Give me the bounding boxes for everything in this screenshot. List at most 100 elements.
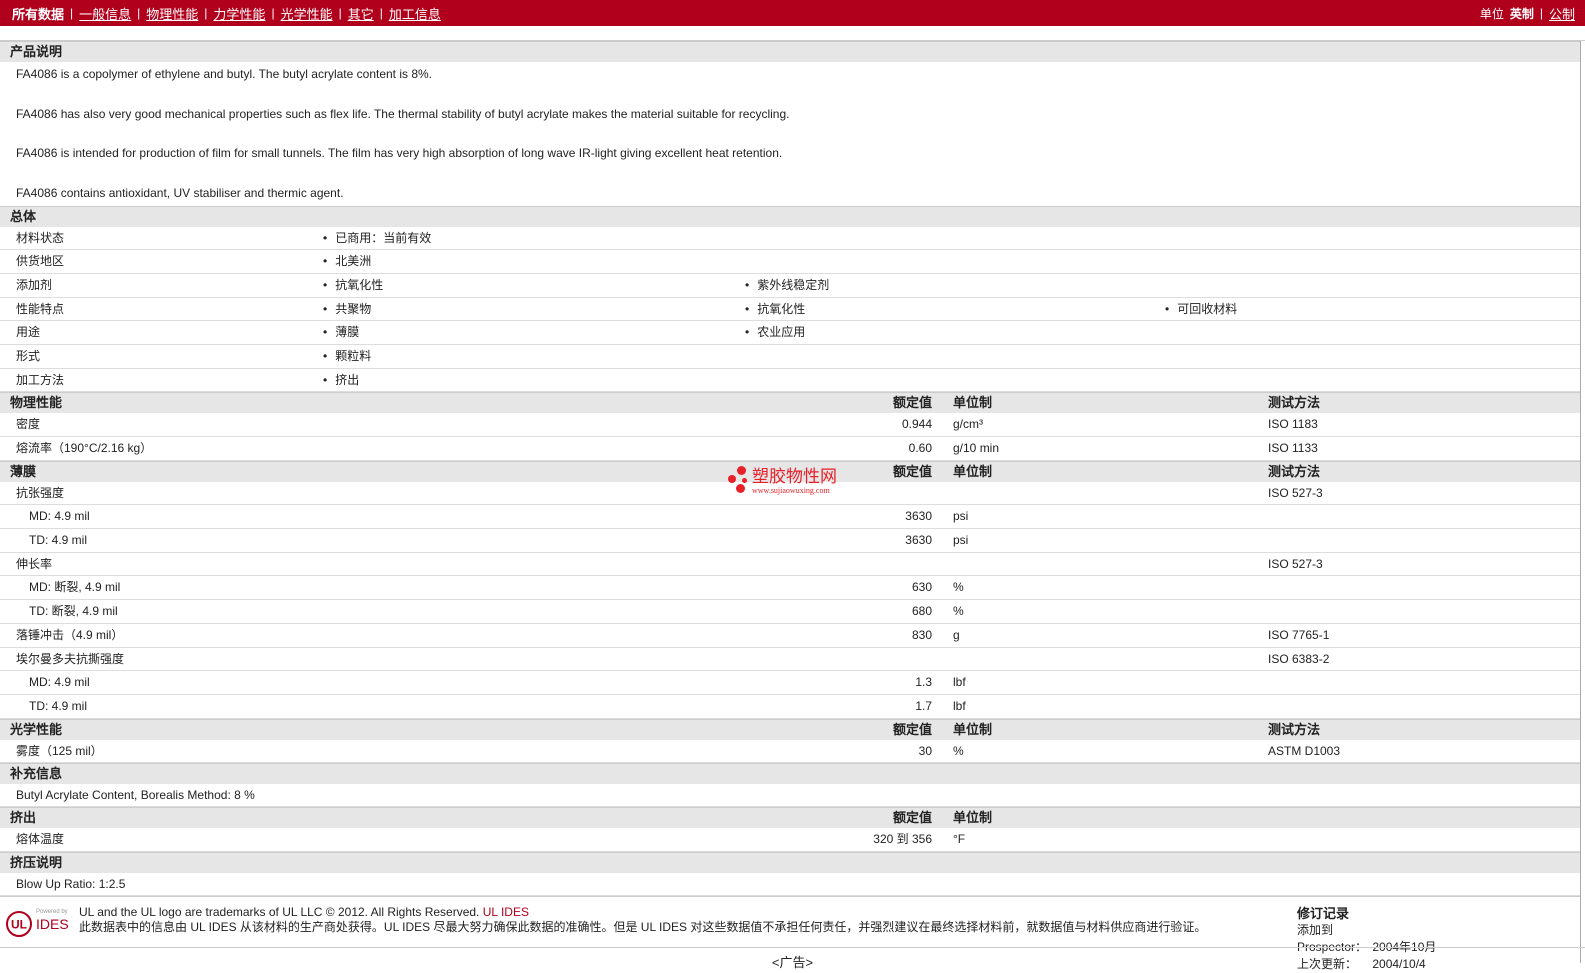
property-unit: °F [953,832,966,847]
property-value: 0.944 [901,417,932,432]
nav-separator: | [70,6,74,20]
property-value: 3630 [905,509,932,524]
watermark-url: www.sujiaowuxing.com [752,485,830,495]
property-row: TD: 4.9 mil 3630 psi [0,529,1580,553]
ul-ides-logo-icon: UL Powered by IDES [6,909,69,937]
property-value: 830 [911,627,932,642]
col-header-test: 测试方法 [1268,463,1321,479]
top-nav-bar: 所有数据 | 一般信息 | 物理性能 | 力学性能 | 光学性能 | 其它 | 加工信息 单位 英制 |… [0,0,1585,26]
property-unit: psi [953,533,969,548]
general-row-value: 薄膜 [323,321,359,344]
section-extrusion-notes-header: 挤压说明 [0,851,1580,873]
description-paragraph: FA4086 contains antioxidant, UV stabilis… [16,185,344,200]
general-row: 形式 颗粒料 [0,345,1580,369]
disclaimer-text: 此数据表中的信息由 UL IDES 从该材料的生产商处获得。UL IDES 尽最… [79,919,1207,934]
property-label: MD: 断裂, 4.9 mil [29,580,121,595]
property-row: 熔体温度 320 到 356 °F [0,828,1580,852]
description-paragraph: FA4086 has also very good mechanical pro… [16,106,790,121]
property-test-method: ISO 527-3 [1268,556,1323,571]
general-row: 性能特点 共聚物 抗氧化性 可回收材料 [0,298,1580,322]
property-row: 雾度（125 mil） 30% ASTM D1003 [0,740,1580,764]
nav-tab-3[interactable]: 力学性能 [213,4,265,23]
property-unit: % [953,604,964,619]
general-row: 加工方法 挤出 [0,369,1580,393]
ad-placeholder: <广告> [0,947,1585,971]
property-unit: g [953,627,960,642]
unit-english: 英制 [1509,6,1534,21]
unit-metric-link[interactable]: 公制 [1549,4,1575,23]
property-row: MD: 断裂, 4.9 mil 630% [0,576,1580,601]
section-extrusion-header: 挤出 额定值 单位制 [0,807,1580,829]
section-general-header: 总体 [0,205,1580,227]
col-header-value: 额定值 [892,810,932,826]
property-value: 680 [911,604,932,619]
section-description-header: 产品说明 [0,41,1580,62]
extrusion-notes-text: Blow Up Ratio: 1:2.5 [0,873,1580,896]
general-row-label: 供货地区 [16,254,65,269]
general-row-value: 挤出 [323,369,359,392]
property-row: MD: 4.9 mil 1.3 lbf [0,671,1580,695]
nav-spacer [0,26,1585,41]
property-label: MD: 4.9 mil [29,675,90,690]
nav-tab-5[interactable]: 其它 [348,4,374,23]
section-title: 挤出 [10,810,37,826]
nav-separator: | [379,6,383,20]
section-title: 薄膜 [10,463,37,479]
nav-tab-6[interactable]: 加工信息 [389,4,441,23]
general-row-value: 紫外线稳定剂 [745,274,829,297]
nav-tab-2[interactable]: 物理性能 [146,4,198,23]
datasheet: 产品说明 FA4086 is a copolymer of ethylene a… [0,41,1581,971]
watermark-dots-icon [728,466,752,496]
general-row-label: 性能特点 [16,301,65,316]
property-row: TD: 断裂, 4.9 mil 680% [0,600,1580,624]
general-row-value: 抗氧化性 [323,274,383,297]
property-label: TD: 断裂, 4.9 mil [29,604,118,619]
property-unit: g/10 min [953,441,1000,455]
general-row-label: 形式 [16,348,41,363]
general-row-value: 已商用：当前有效 [323,227,431,250]
section-nav: 所有数据 | 一般信息 | 物理性能 | 力学性能 | 光学性能 | 其它 | 加工信息 [12,4,441,23]
description-paragraph: FA4086 is a copolymer of ethylene and bu… [16,67,433,81]
property-label: 埃尔曼多夫抗撕强度 [16,651,125,666]
nav-separator: | [137,6,141,20]
logo-ides-text: IDES [36,916,69,932]
property-row: 埃尔曼多夫抗撕强度 ISO 6383-2 [0,648,1580,672]
section-title: 产品说明 [10,44,63,59]
property-value: 30 [918,743,932,758]
col-header-value: 额定值 [892,721,932,737]
col-header-unit: 单位制 [953,395,993,411]
col-header-value: 额定值 [892,395,932,411]
ul-ides-text: UL IDES [482,904,529,919]
optical-table: 雾度（125 mil） 30% ASTM D1003 [0,740,1580,764]
section-supplement-header: 补充信息 [0,763,1580,785]
nav-tab-0[interactable]: 所有数据 [12,4,64,23]
nav-separator: | [204,6,208,20]
property-test-method: ISO 527-3 [1268,485,1323,500]
nav-tab-1[interactable]: 一般信息 [79,4,131,23]
property-value: 1.7 [915,698,932,713]
col-header-value: 额定值 [892,463,932,479]
general-row-label: 材料状态 [16,230,65,245]
property-label: 落锤冲击（4.9 mil） [16,627,124,642]
supplement-text: Butyl Acrylate Content, Borealis Method:… [0,784,1580,808]
col-header-test: 测试方法 [1268,721,1321,737]
col-header-unit: 单位制 [953,721,993,737]
property-label: 密度 [16,417,41,432]
property-test-method: ISO 6383-2 [1268,651,1330,666]
section-title: 补充信息 [10,766,63,782]
property-test-method: ISO 1183 [1268,417,1318,432]
general-row: 供货地区 北美洲 [0,250,1580,274]
nav-separator: | [338,6,342,20]
property-value: 0.60 [908,441,932,455]
property-label: 熔流率（190°C/2.16 kg） [16,441,153,455]
property-label: 雾度（125 mil） [16,743,103,758]
nav-tab-4[interactable]: 光学性能 [281,4,333,23]
col-header-unit: 单位制 [953,463,993,479]
col-header-test: 测试方法 [1268,395,1321,411]
property-label: TD: 4.9 mil [29,698,88,713]
general-row-label: 用途 [16,325,41,340]
revision-title: 修订记录 [1297,905,1350,921]
general-row-value: 共聚物 [323,298,371,321]
general-row-value: 农业应用 [745,321,805,344]
general-row-value: 北美洲 [323,250,371,273]
